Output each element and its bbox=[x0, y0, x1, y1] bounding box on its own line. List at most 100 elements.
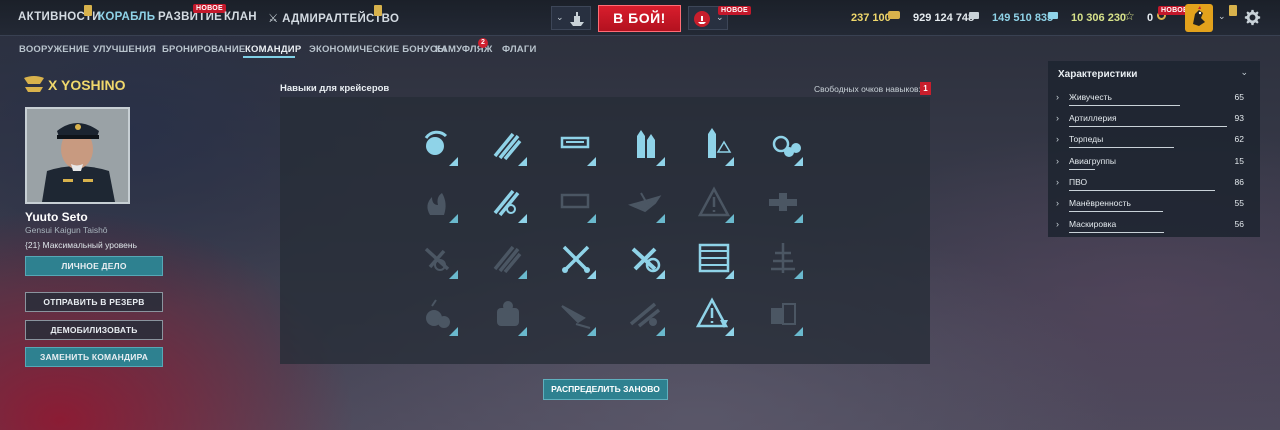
tab-flags[interactable]: ФЛАГИ bbox=[502, 44, 537, 55]
send-to-reserve-button[interactable]: ОТПРАВИТЬ В РЕЗЕРВ bbox=[25, 292, 163, 312]
characteristic-row[interactable]: › Торпеды 62 bbox=[1056, 132, 1252, 152]
gun-faded-icon[interactable] bbox=[763, 183, 803, 223]
battle-button[interactable]: В БОЙ! bbox=[598, 5, 681, 32]
characteristic-row[interactable]: › Авиагруппы 15 bbox=[1056, 154, 1252, 174]
other-amount: 0 bbox=[1147, 12, 1154, 24]
tab-commander[interactable]: КОМАНДИР bbox=[245, 44, 301, 55]
characteristic-value: 62 bbox=[1234, 134, 1244, 145]
active-tab-indicator bbox=[243, 56, 295, 58]
shells-icon[interactable] bbox=[625, 126, 665, 166]
torpedo-reload-icon[interactable] bbox=[487, 126, 527, 166]
credits-icon bbox=[969, 12, 979, 19]
chevron-right-icon: › bbox=[1056, 134, 1059, 145]
commander-rank: Gensui Kaigun Taishō bbox=[25, 225, 108, 235]
cruiser-class-icon bbox=[24, 76, 44, 92]
characteristic-row[interactable]: › Манёвренность 55 bbox=[1056, 196, 1252, 216]
ship-icon bbox=[570, 12, 584, 26]
torpedo-rotation-icon[interactable] bbox=[487, 183, 527, 223]
warning-icon[interactable] bbox=[694, 183, 734, 223]
commander-level: {21} Максимальный уровень bbox=[25, 240, 137, 250]
repair-icon[interactable] bbox=[418, 239, 458, 279]
characteristic-row[interactable]: › Артиллерия 93 bbox=[1056, 111, 1252, 131]
doubloons-amount: 237 100 bbox=[851, 12, 891, 24]
characteristics-panel: Характеристики ⌄ › Живучесть 65 › Артиллерия… bbox=[1048, 61, 1260, 237]
tab-upgrades[interactable]: УЛУЧШЕНИЯ bbox=[93, 44, 156, 55]
free-points-label: Свободных очков навыков: bbox=[814, 84, 921, 94]
tab-economic-bonuses[interactable]: ЭКОНОМИЧЕСКИЕ БОНУСЫ bbox=[309, 44, 447, 55]
characteristic-bar bbox=[1069, 189, 1216, 191]
chevron-down-icon[interactable]: ⌄ bbox=[1218, 11, 1226, 22]
characteristic-bar bbox=[1069, 211, 1163, 212]
antenna-icon[interactable] bbox=[763, 239, 803, 279]
characteristic-label: Авиагруппы bbox=[1069, 155, 1116, 166]
free-points-value: 1 bbox=[920, 82, 931, 95]
commander-portrait bbox=[25, 107, 130, 204]
turret-rotation-icon[interactable] bbox=[418, 126, 458, 166]
characteristic-label: Торпеды bbox=[1069, 134, 1104, 145]
characteristic-row[interactable]: › Живучесть 65 bbox=[1056, 90, 1252, 110]
commander-name: Yuuto Seto bbox=[25, 210, 88, 224]
chevron-right-icon: › bbox=[1056, 219, 1059, 230]
characteristic-bar bbox=[1069, 168, 1095, 170]
tab-armament[interactable]: ВООРУЖЕНИЕ bbox=[19, 44, 89, 55]
credits-amount: 929 124 748 bbox=[913, 12, 975, 24]
nav-clan[interactable]: КЛАН bbox=[224, 11, 257, 23]
characteristic-value: 15 bbox=[1234, 155, 1244, 166]
admiralty-reward-icon bbox=[374, 5, 382, 16]
armor-plates-icon[interactable] bbox=[694, 239, 734, 279]
commander-image bbox=[27, 109, 128, 202]
characteristic-value: 56 bbox=[1234, 219, 1244, 230]
redistribute-button[interactable]: РАСПРЕДЕЛИТЬ ЗАНОВО bbox=[543, 379, 668, 400]
characteristic-value: 55 bbox=[1234, 198, 1244, 208]
plane-repair-icon[interactable] bbox=[625, 296, 665, 336]
characteristic-label: Живучесть bbox=[1069, 92, 1112, 102]
mode-new-badge: НОВОЕ bbox=[718, 6, 751, 15]
chevron-right-icon: › bbox=[1056, 113, 1059, 124]
torpedoes-faded-icon[interactable] bbox=[487, 239, 527, 279]
development-new-badge: НОВОЕ bbox=[193, 4, 226, 13]
top-bar: АКТИВНОСТИ КОРАБЛЬ РАЗВИТИЕ НОВОЕ КЛАН ⚔… bbox=[0, 0, 1280, 36]
aircraft-icon[interactable] bbox=[625, 183, 665, 223]
bombs-icon[interactable] bbox=[418, 296, 458, 336]
ship-name: X YOSHINO bbox=[48, 77, 126, 93]
personal-file-button[interactable]: ЛИЧНОЕ ДЕЛО bbox=[25, 256, 163, 276]
characteristic-row[interactable]: › ПВО 86 bbox=[1056, 175, 1252, 195]
characteristic-bar bbox=[1069, 126, 1228, 128]
chevron-down-icon[interactable]: ⌄ bbox=[1240, 67, 1248, 78]
characteristic-label: Артиллерия bbox=[1069, 113, 1117, 124]
doubloon-icon bbox=[888, 11, 900, 19]
free-xp-icon bbox=[1048, 12, 1058, 19]
characteristic-value: 65 bbox=[1234, 92, 1244, 102]
level-text: Максимальный уровень bbox=[42, 240, 137, 250]
avatar[interactable] bbox=[1185, 4, 1213, 32]
characteristic-value: 93 bbox=[1234, 113, 1244, 124]
characteristic-bar bbox=[1069, 105, 1180, 106]
fire-icon[interactable] bbox=[418, 183, 458, 223]
engine-faded-icon[interactable] bbox=[763, 296, 803, 336]
alert-down-icon[interactable] bbox=[694, 296, 734, 336]
aa-gunner-icon[interactable] bbox=[763, 126, 803, 166]
level-number: 21 bbox=[27, 240, 38, 250]
characteristic-label: ПВО bbox=[1069, 176, 1088, 187]
chevron-right-icon: › bbox=[1056, 176, 1059, 187]
characteristic-bar bbox=[1069, 147, 1175, 149]
chevron-down-icon: ⌄ bbox=[556, 12, 564, 22]
loader-faded-icon[interactable] bbox=[556, 183, 596, 223]
turret-faded-icon[interactable] bbox=[487, 296, 527, 336]
skills-title: Навыки для крейсеров bbox=[280, 83, 390, 94]
tab-armor[interactable]: БРОНИРОВАНИЕ bbox=[162, 44, 245, 55]
profile-reward-icon bbox=[1229, 5, 1237, 16]
crossed-swords-icon[interactable] bbox=[556, 239, 596, 279]
ship-selector[interactable]: ⌄ bbox=[551, 6, 591, 30]
crossed-swords-icon: ⚔ bbox=[268, 13, 279, 25]
characteristic-row[interactable]: › Маскировка 56 bbox=[1056, 217, 1252, 237]
characteristics-title: Характеристики bbox=[1058, 69, 1138, 80]
replace-commander-button[interactable]: ЗАМЕНИТЬ КОМАНДИРА bbox=[25, 347, 163, 367]
fight-tools-icon[interactable] bbox=[625, 239, 665, 279]
gun-loader-icon[interactable] bbox=[556, 126, 596, 166]
demobilize-button[interactable]: ДЕМОБИЛИЗОВАТЬ bbox=[25, 320, 163, 340]
nav-ship[interactable]: КОРАБЛЬ bbox=[98, 11, 155, 23]
arrow-faded-icon[interactable] bbox=[556, 296, 596, 336]
shell-warning-icon[interactable] bbox=[694, 126, 734, 166]
settings-gear-icon[interactable] bbox=[1244, 9, 1261, 26]
